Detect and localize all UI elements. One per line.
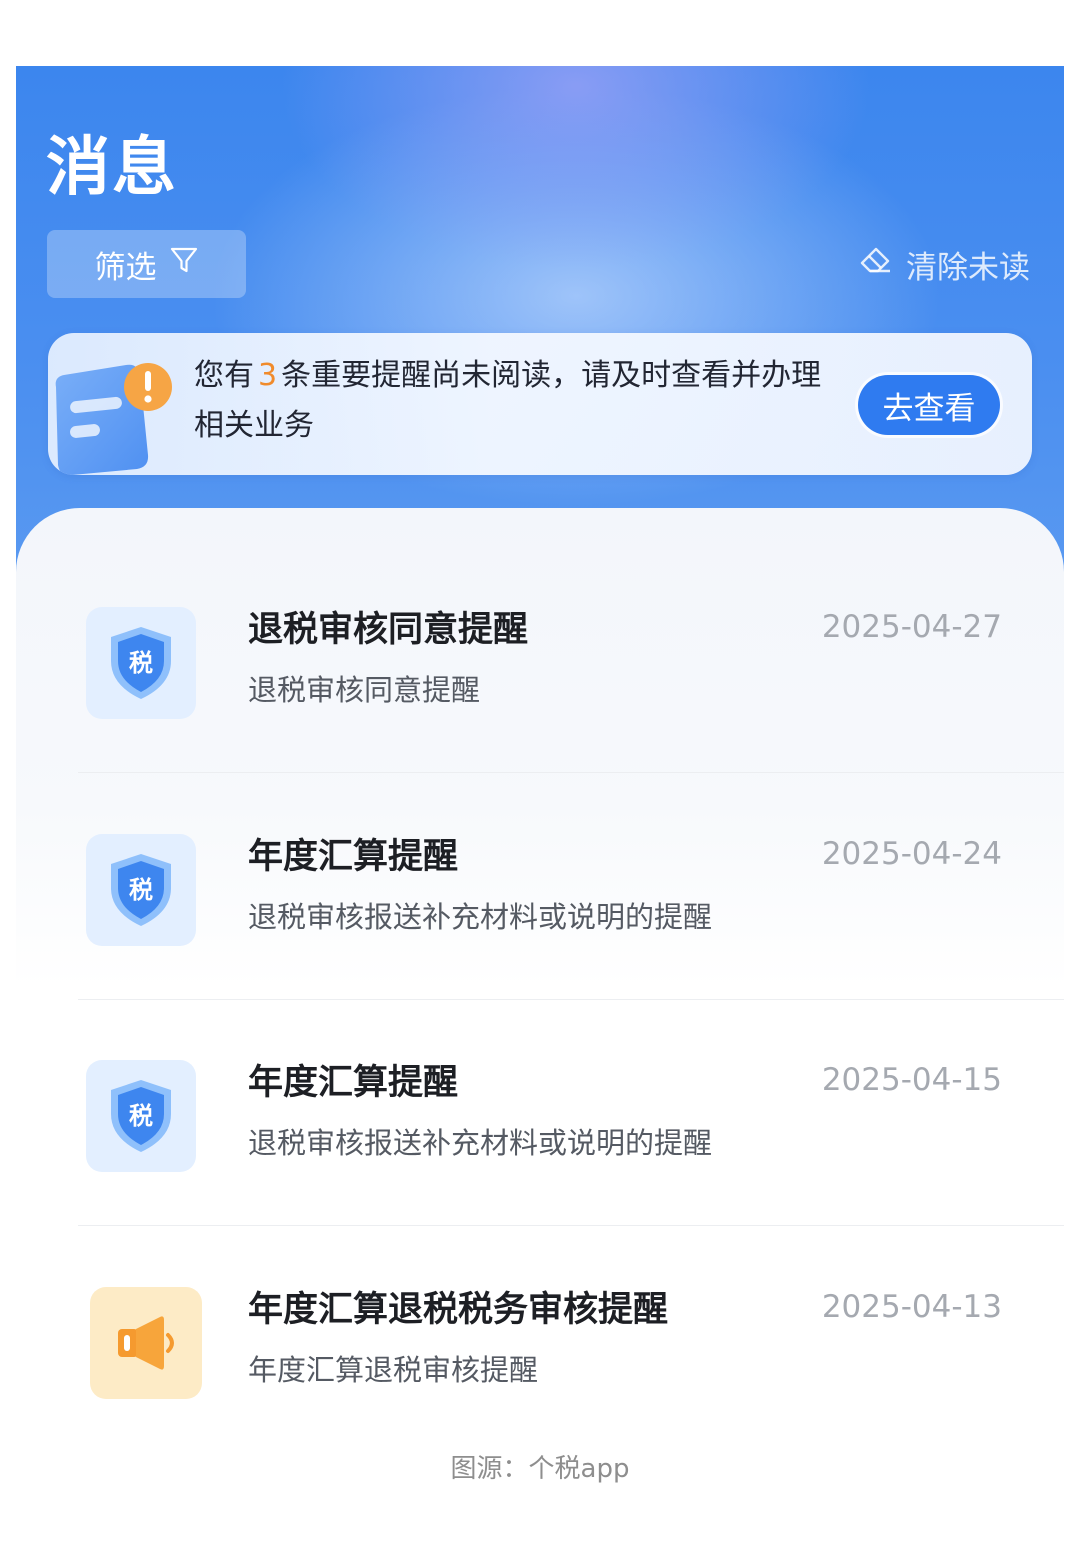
document-alert-icon bbox=[48, 347, 178, 475]
reminder-text-after: 条重要提醒尚未阅读，请及时查看并办理相关业务 bbox=[194, 358, 822, 443]
message-date: 2025-04-24 bbox=[821, 836, 1002, 872]
message-description: 年度汇算退税审核提醒 bbox=[248, 1353, 539, 1387]
message-title: 年度汇算提醒 bbox=[248, 837, 459, 877]
go-view-button[interactable]: 去查看 bbox=[858, 375, 1000, 435]
message-title: 退税审核同意提醒 bbox=[248, 610, 529, 650]
clear-unread-button[interactable]: 清除未读 bbox=[856, 242, 1030, 286]
message-description: 退税审核报送补充材料或说明的提醒 bbox=[248, 900, 713, 934]
message-item[interactable]: 税 退税审核同意提醒 退税审核同意提醒 2025-04-27 bbox=[16, 547, 1064, 774]
megaphone-icon bbox=[90, 1287, 202, 1399]
filter-icon bbox=[169, 245, 199, 283]
unread-reminder-banner: 您有 3 条重要提醒尚未阅读，请及时查看并办理相关业务 去查看 bbox=[48, 333, 1032, 475]
page-title: 消息 bbox=[46, 131, 178, 205]
message-title: 年度汇算提醒 bbox=[248, 1063, 459, 1103]
reminder-text-before: 您有 bbox=[194, 358, 254, 393]
tax-shield-icon: 税 bbox=[86, 834, 196, 946]
eraser-icon bbox=[856, 241, 894, 287]
divider bbox=[78, 772, 1064, 773]
message-item[interactable]: 年度汇算退税税务审核提醒 年度汇算退税审核提醒 2025-04-13 bbox=[16, 1227, 1064, 1440]
shield-glyph: 税 bbox=[129, 649, 153, 677]
filter-button[interactable]: 筛选 bbox=[47, 230, 246, 298]
unread-count: 3 bbox=[258, 358, 278, 393]
clear-unread-label: 清除未读 bbox=[906, 249, 1030, 286]
shield-glyph: 税 bbox=[129, 876, 153, 904]
message-date: 2025-04-13 bbox=[821, 1289, 1002, 1325]
image-caption: 图源：个税app bbox=[450, 1454, 630, 1484]
filter-label: 筛选 bbox=[94, 249, 157, 286]
tax-shield-icon: 税 bbox=[86, 607, 196, 719]
app-screen: 消息 筛选 清除未读 您有 3 条重要提醒尚未阅读，请及时查看并办理相关业务 去… bbox=[16, 66, 1064, 1440]
reminder-message: 您有 3 条重要提醒尚未阅读，请及时查看并办理相关业务 bbox=[194, 351, 844, 451]
shield-glyph: 税 bbox=[129, 1102, 153, 1130]
message-item[interactable]: 税 年度汇算提醒 退税审核报送补充材料或说明的提醒 2025-04-15 bbox=[16, 1000, 1064, 1227]
divider bbox=[78, 1225, 1064, 1226]
message-title: 年度汇算退税税务审核提醒 bbox=[248, 1290, 669, 1330]
message-description: 退税审核同意提醒 bbox=[248, 673, 481, 707]
message-item[interactable]: 税 年度汇算提醒 退税审核报送补充材料或说明的提醒 2025-04-24 bbox=[16, 774, 1064, 1001]
message-list: 税 退税审核同意提醒 退税审核同意提醒 2025-04-27 税 年度汇算提醒 … bbox=[16, 508, 1064, 1440]
message-date: 2025-04-27 bbox=[821, 609, 1002, 645]
message-description: 退税审核报送补充材料或说明的提醒 bbox=[248, 1126, 713, 1160]
message-date: 2025-04-15 bbox=[821, 1062, 1002, 1098]
tax-shield-icon: 税 bbox=[86, 1060, 196, 1172]
